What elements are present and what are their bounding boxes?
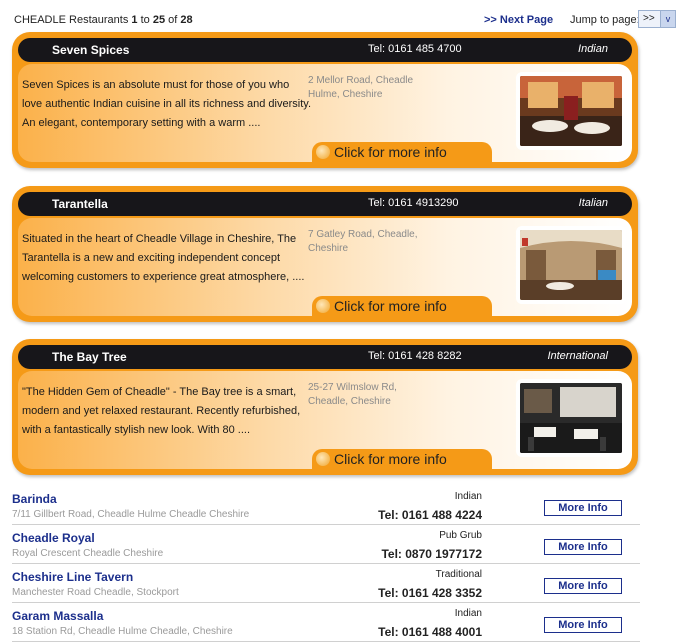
list-item: Barinda 7/11 Gillbert Road, Cheadle Hulm… bbox=[12, 486, 640, 525]
restaurant-list: Barinda 7/11 Gillbert Road, Cheadle Hulm… bbox=[12, 486, 640, 642]
restaurant-name[interactable]: Tarantella bbox=[52, 197, 108, 211]
results-city: CHEADLE Restaurants bbox=[14, 14, 129, 26]
results-count: CHEADLE Restaurants 1 to 25 of 28 bbox=[14, 14, 193, 26]
restaurant-photo[interactable] bbox=[516, 379, 626, 457]
listing-name[interactable]: Cheadle Royal bbox=[12, 531, 95, 545]
restaurant-address: 25-27 Wilmslow Rd, Cheadle, Cheshire bbox=[308, 382, 397, 407]
listing-address: 18 Station Rd, Cheadle Hulme Cheadle, Ch… bbox=[12, 626, 233, 637]
jump-to-page-label: Jump to page: bbox=[570, 14, 640, 26]
results-total: 28 bbox=[180, 14, 193, 26]
listing-category: Traditional bbox=[435, 569, 482, 580]
card-header: Seven Spices Tel: 0161 485 4700 Indian bbox=[18, 38, 632, 62]
results-range-start: 1 bbox=[131, 14, 138, 26]
pagination-bar: CHEADLE Restaurants 1 to 25 of 28 >> Nex… bbox=[14, 8, 678, 30]
list-item: Garam Massalla 18 Station Rd, Cheadle Hu… bbox=[12, 603, 640, 642]
restaurant-cuisine: Italian bbox=[578, 197, 608, 209]
restaurant-cuisine: Indian bbox=[578, 43, 608, 55]
more-info-label: Click for more info bbox=[334, 144, 447, 160]
more-info-button[interactable]: More Info bbox=[544, 617, 622, 633]
listing-phone: Tel: 0161 428 3352 bbox=[378, 586, 482, 600]
featured-restaurant-card: Seven Spices Tel: 0161 485 4700 Indian S… bbox=[12, 32, 638, 168]
restaurant-interior-image bbox=[520, 76, 622, 146]
bullet-icon bbox=[316, 145, 330, 159]
more-info-button[interactable]: More Info bbox=[544, 539, 622, 555]
listing-address: Manchester Road Cheadle, Stockport bbox=[12, 587, 179, 598]
list-item: Cheadle Royal Royal Crescent Cheadle Che… bbox=[12, 525, 640, 564]
list-item: Cheshire Line Tavern Manchester Road Che… bbox=[12, 564, 640, 603]
results-range-end: 25 bbox=[152, 14, 166, 26]
card-body: "The Hidden Gem of Cheadle" - The Bay tr… bbox=[18, 371, 632, 469]
restaurant-phone: Tel: 0161 4913290 bbox=[368, 197, 459, 209]
listing-phone: Tel: 0870 1977172 bbox=[381, 547, 482, 561]
listing-category: Pub Grub bbox=[439, 530, 482, 541]
listing-phone: Tel: 0161 488 4224 bbox=[378, 508, 482, 522]
restaurant-phone: Tel: 0161 428 8282 bbox=[368, 350, 462, 362]
listing-name[interactable]: Cheshire Line Tavern bbox=[12, 570, 133, 584]
card-body: Seven Spices is an absolute must for tho… bbox=[18, 64, 632, 162]
restaurant-name[interactable]: The Bay Tree bbox=[52, 350, 127, 364]
restaurant-address: 2 Mellor Road, Cheadle Hulme, Cheshire bbox=[308, 75, 414, 100]
featured-restaurant-card: Tarantella Tel: 0161 4913290 Italian Sit… bbox=[12, 186, 638, 322]
restaurant-description: Situated in the heart of Cheadle Village… bbox=[22, 233, 305, 283]
more-info-button[interactable]: More Info bbox=[544, 500, 622, 516]
restaurant-interior-image bbox=[520, 383, 622, 453]
more-info-button[interactable]: More Info bbox=[544, 578, 622, 594]
restaurant-address: 7 Gatley Road, Cheadle, Cheshire bbox=[308, 229, 418, 254]
listing-name[interactable]: Barinda bbox=[12, 492, 57, 506]
restaurant-description: Seven Spices is an absolute must for tho… bbox=[22, 79, 312, 129]
card-body: Situated in the heart of Cheadle Village… bbox=[18, 218, 632, 316]
results-to: to bbox=[140, 14, 150, 26]
restaurant-interior-image bbox=[520, 230, 622, 300]
chevron-down-icon[interactable]: v bbox=[660, 11, 675, 27]
bullet-icon bbox=[316, 299, 330, 313]
next-page-link[interactable]: >> Next Page bbox=[484, 14, 553, 26]
listing-category: Indian bbox=[454, 608, 482, 619]
jump-to-page-select[interactable]: >> v bbox=[638, 10, 676, 28]
more-info-label: Click for more info bbox=[334, 298, 447, 314]
more-info-button[interactable]: Click for more info bbox=[312, 296, 492, 316]
restaurant-cuisine: International bbox=[547, 350, 608, 362]
restaurant-description: "The Hidden Gem of Cheadle" - The Bay tr… bbox=[22, 386, 301, 436]
listing-name[interactable]: Garam Massalla bbox=[12, 609, 103, 623]
featured-restaurant-card: The Bay Tree Tel: 0161 428 8282 Internat… bbox=[12, 339, 638, 475]
more-info-button[interactable]: Click for more info bbox=[312, 142, 492, 162]
jump-to-page-value: >> bbox=[643, 13, 655, 24]
restaurant-name[interactable]: Seven Spices bbox=[52, 43, 129, 57]
results-of: of bbox=[168, 14, 178, 26]
more-info-label: Click for more info bbox=[334, 451, 447, 467]
restaurant-photo[interactable] bbox=[516, 226, 626, 304]
card-header: The Bay Tree Tel: 0161 428 8282 Internat… bbox=[18, 345, 632, 369]
more-info-button[interactable]: Click for more info bbox=[312, 449, 492, 469]
listing-category: Indian bbox=[454, 491, 482, 502]
restaurant-phone: Tel: 0161 485 4700 bbox=[368, 43, 462, 55]
listing-address: Royal Crescent Cheadle Cheshire bbox=[12, 548, 164, 559]
bullet-icon bbox=[316, 452, 330, 466]
listing-address: 7/11 Gillbert Road, Cheadle Hulme Cheadl… bbox=[12, 509, 250, 520]
card-header: Tarantella Tel: 0161 4913290 Italian bbox=[18, 192, 632, 216]
restaurant-photo[interactable] bbox=[516, 72, 626, 150]
